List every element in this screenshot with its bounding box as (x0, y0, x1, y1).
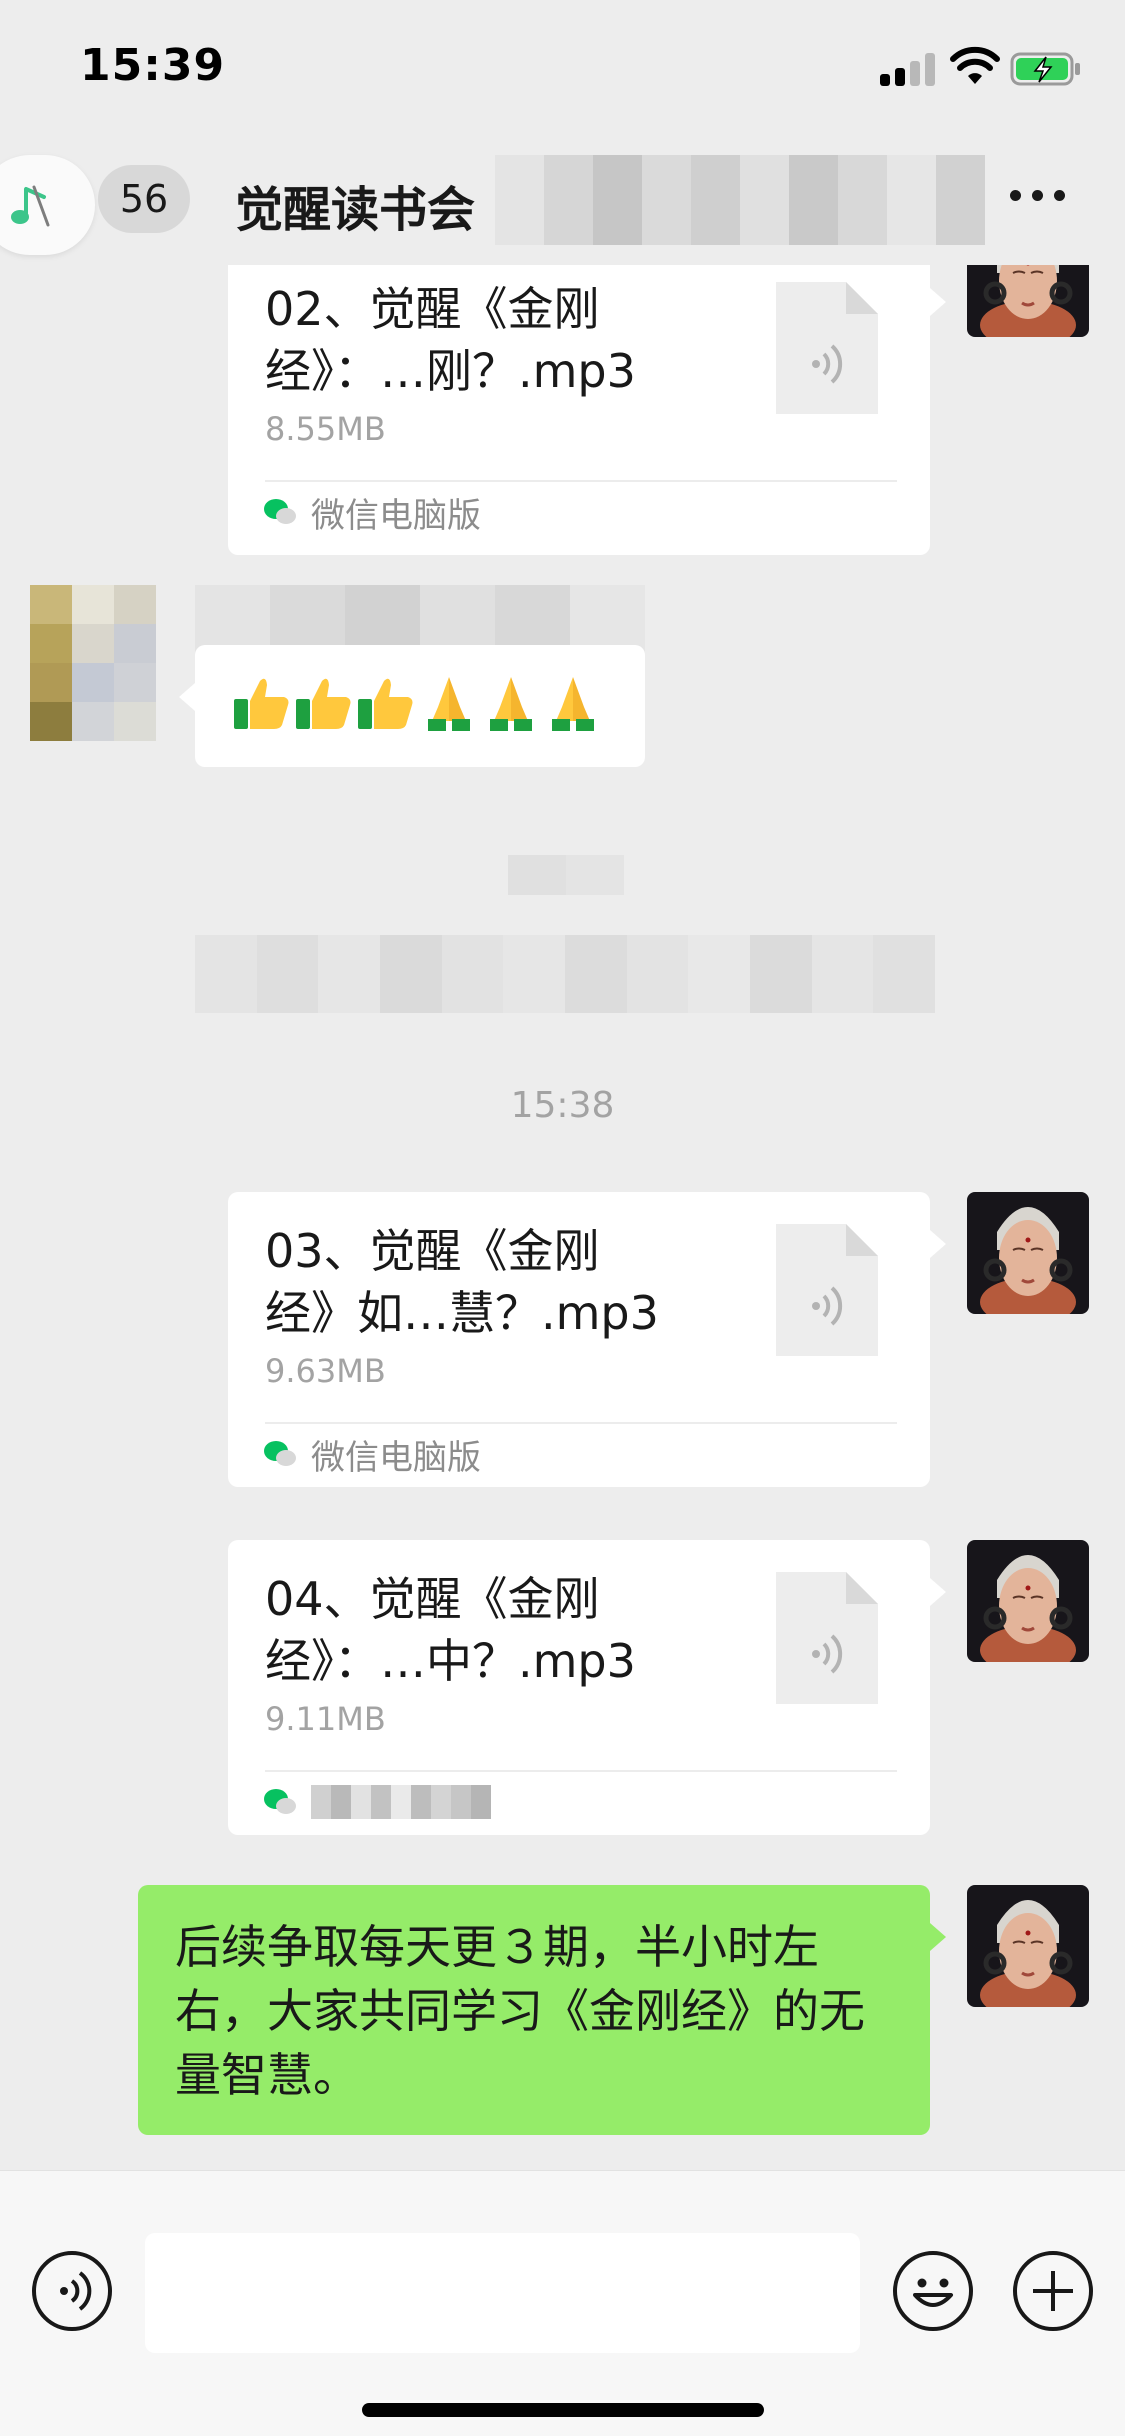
card-divider (265, 480, 897, 482)
audio-file-icon (776, 1224, 878, 1356)
folded-hands-emoji (428, 677, 470, 731)
message-text: 后续争取每天更３期，半小时左右，大家共同学习《金刚经》的无量智慧。 (175, 1920, 865, 2102)
file-message[interactable]: 04、觉醒《金刚 经》：…中？.mp3 9.11MB (228, 1540, 946, 1835)
source-label: 微信电脑版 (311, 495, 481, 536)
file-name-line: 经》如…慧？.mp3 (265, 1286, 659, 1340)
avatar-image (967, 265, 1089, 337)
emoji-row (232, 671, 604, 733)
chat-title[interactable]: 觉醒读书会 (235, 170, 475, 240)
avatar[interactable] (967, 1540, 1089, 1662)
battery-charging-icon (1010, 52, 1080, 86)
emoji-message[interactable] (179, 645, 645, 767)
wifi-icon (950, 46, 1000, 84)
file-message[interactable]: 03、觉醒《金刚 经》如…慧？.mp3 9.63MB 微信电脑版 (228, 1192, 946, 1487)
chat-header: 56 觉醒读书会 (0, 135, 1125, 265)
wechat-icon (264, 499, 296, 524)
voice-icon (60, 2271, 92, 2311)
plus-icon (1033, 2271, 1073, 2311)
card-divider (265, 1770, 897, 1772)
smiley-icon (913, 2278, 953, 2307)
avatar-image (967, 1885, 1089, 2007)
source-label: 微信电脑版 (311, 1437, 481, 1478)
message-list[interactable]: 02、觉醒《金刚 经》：…刚？.mp3 8.55MB 微信电脑版 15:38 0… (0, 265, 1125, 2170)
file-size: 8.55MB (265, 410, 386, 448)
avatar-redacted[interactable] (30, 585, 156, 741)
message-input[interactable] (145, 2233, 860, 2353)
file-name-line: 02、觉醒《金刚 (265, 282, 600, 336)
music-note-icon (11, 185, 50, 227)
file-name-line: 03、觉醒《金刚 (265, 1224, 600, 1278)
folded-hands-emoji (490, 677, 532, 731)
wechat-icon (264, 1441, 296, 1466)
wechat-icon (264, 1789, 296, 1814)
file-name: 02、觉醒《金刚 经》：…刚？.mp3 (265, 278, 695, 402)
avatar[interactable] (967, 265, 1089, 337)
avatar[interactable] (967, 1192, 1089, 1314)
cellular-signal-icon (880, 52, 936, 86)
file-size: 9.11MB (265, 1700, 386, 1738)
thumbs-up-emoji (296, 678, 351, 729)
file-name: 04、觉醒《金刚 经》：…中？.mp3 (265, 1568, 695, 1692)
file-source: 微信电脑版 (263, 490, 481, 536)
file-name: 03、觉醒《金刚 经》如…慧？.mp3 (265, 1220, 695, 1344)
redacted-system-notice (195, 935, 936, 1013)
more-options-icon[interactable] (1010, 190, 1070, 210)
input-toolbar (0, 2170, 1125, 2436)
file-source (263, 1780, 491, 1824)
home-indicator (362, 2403, 764, 2417)
folded-hands-emoji (552, 677, 594, 731)
avatar[interactable] (967, 1885, 1089, 2007)
emoji-button[interactable] (893, 2251, 973, 2331)
more-functions-button[interactable] (1013, 2251, 1093, 2331)
avatar-image (967, 1192, 1089, 1314)
redacted-system-notice (508, 855, 624, 895)
status-bar: 15:39 (0, 0, 1125, 135)
file-name-line: 经》：…中？.mp3 (265, 1634, 636, 1688)
status-time: 15:39 (80, 40, 226, 91)
avatar-image (967, 1540, 1089, 1662)
file-source: 微信电脑版 (263, 1432, 481, 1478)
file-size: 9.63MB (265, 1352, 386, 1390)
back-unread-badge[interactable]: 56 (98, 165, 190, 233)
floating-music-button[interactable] (0, 155, 95, 255)
audio-file-icon (776, 282, 878, 414)
file-message[interactable]: 02、觉醒《金刚 经》：…刚？.mp3 8.55MB 微信电脑版 (228, 265, 946, 555)
card-divider (265, 1422, 897, 1424)
thumbs-up-emoji (358, 678, 413, 729)
audio-file-icon (776, 1572, 878, 1704)
message-timestamp: 15:38 (510, 1085, 615, 1126)
redacted-source-label (311, 1785, 491, 1819)
thumbs-up-emoji (234, 678, 289, 729)
file-name-line: 经》：…刚？.mp3 (265, 344, 636, 398)
redacted-title-mosaic (495, 155, 985, 245)
voice-input-button[interactable] (32, 2251, 112, 2331)
text-message[interactable]: 后续争取每天更３期，半小时左右，大家共同学习《金刚经》的无量智慧。 (138, 1885, 946, 2135)
file-name-line: 04、觉醒《金刚 (265, 1572, 600, 1626)
